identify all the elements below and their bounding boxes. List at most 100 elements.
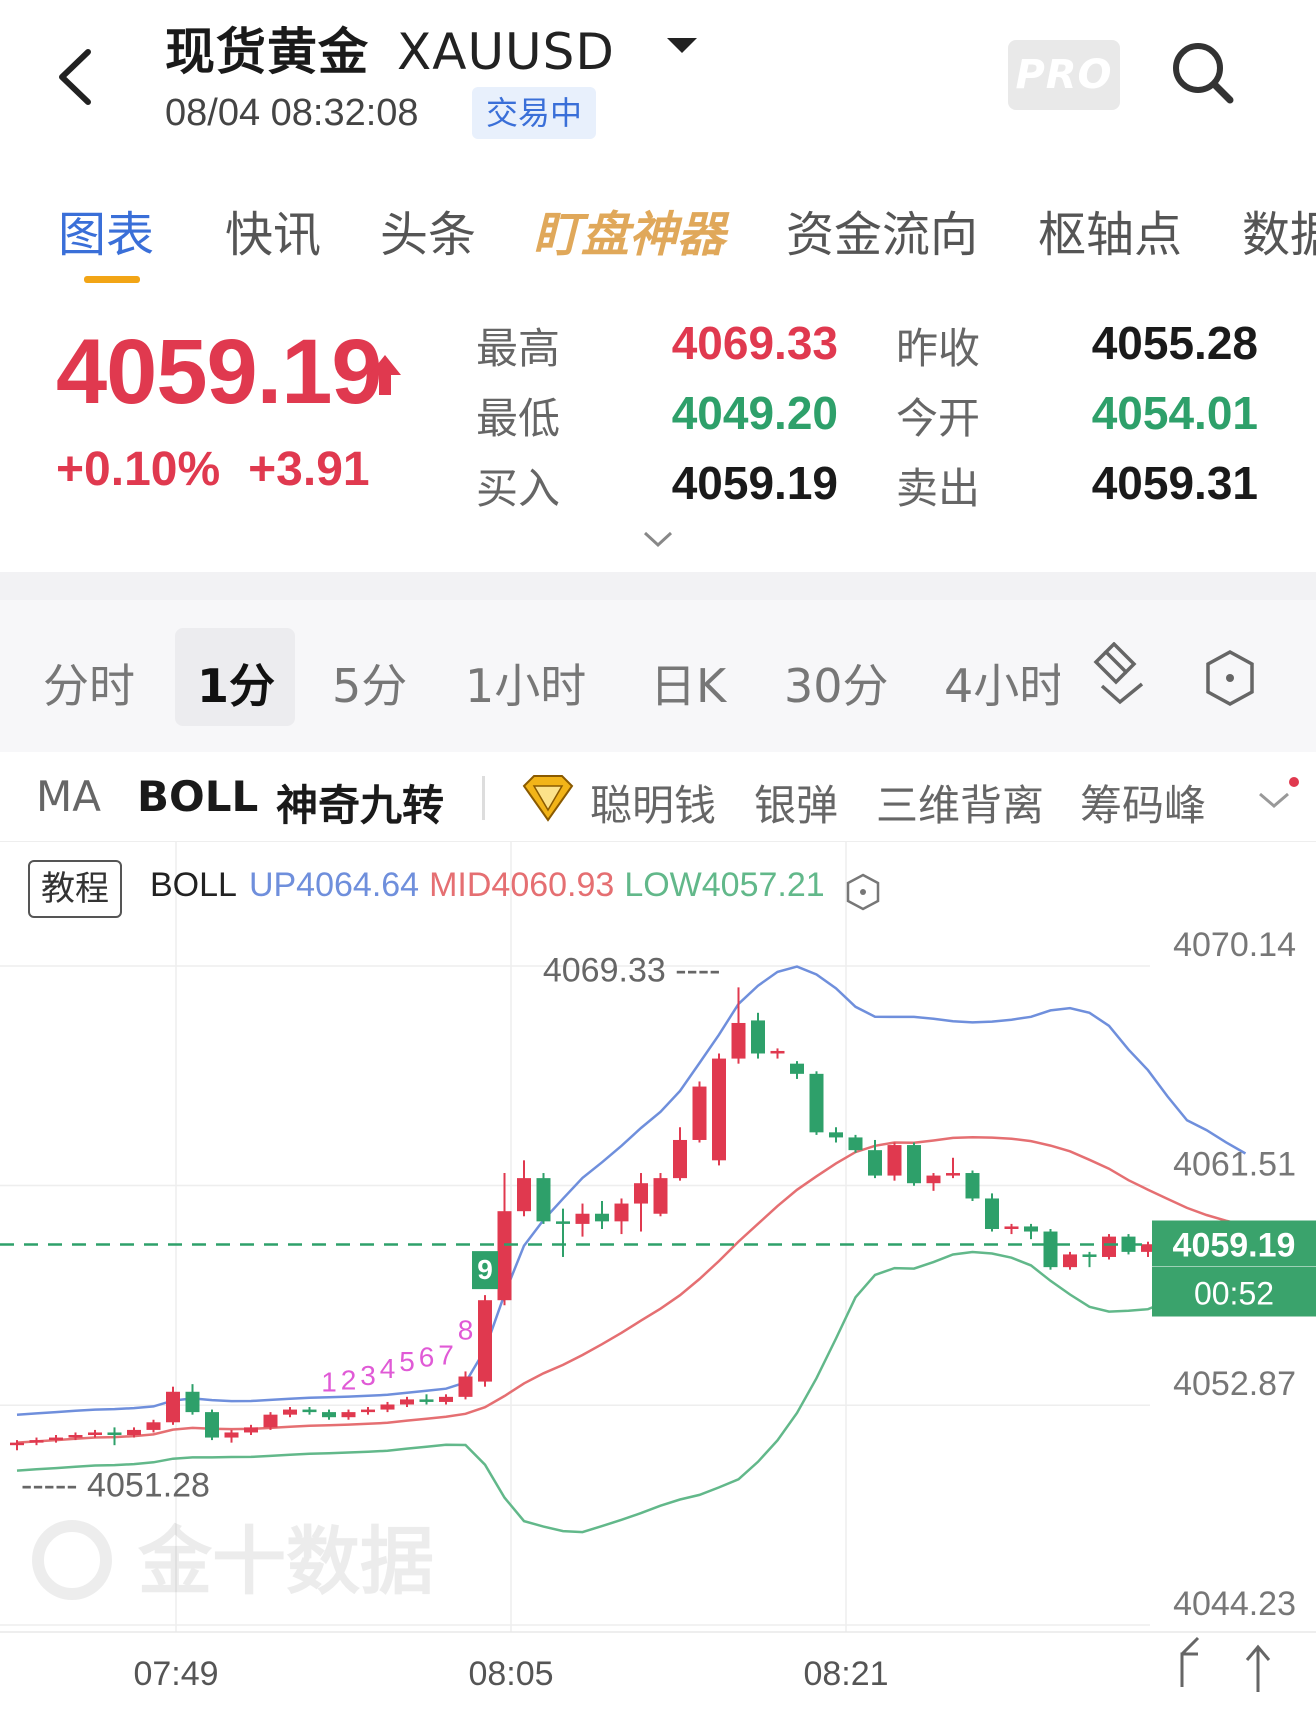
- candle: [926, 1173, 941, 1191]
- period-tab-5min[interactable]: 5分: [332, 650, 407, 716]
- candle-body: [49, 1437, 63, 1441]
- fullscreen-icon-path: [1180, 1652, 1198, 1687]
- boll-legend: BOLL UP4064.64 MID4060.93 LOW4057.21: [150, 866, 825, 905]
- indicator-td-sequential[interactable]: 神奇九转: [276, 772, 444, 833]
- candle: [848, 1134, 863, 1153]
- more-indicators-icon[interactable]: [1250, 772, 1310, 822]
- boll-up-value: UP4064.64: [248, 866, 420, 904]
- candle-body: [127, 1429, 141, 1436]
- td-count-label: 7: [438, 1339, 454, 1370]
- period-tab-timeshare[interactable]: 分时: [43, 650, 135, 716]
- candle-body: [439, 1396, 453, 1402]
- indicator-chip-peak[interactable]: 筹码峰: [1080, 772, 1206, 833]
- candle: [634, 1173, 648, 1232]
- period-tab-30min[interactable]: 30分: [784, 650, 889, 716]
- candle-body: [829, 1132, 843, 1138]
- candle-body: [731, 1022, 746, 1059]
- candle-body: [1082, 1254, 1097, 1257]
- candle-body: [205, 1412, 219, 1438]
- fullscreen-icon[interactable]: [1180, 1636, 1200, 1687]
- chart-settings-icon[interactable]: [1202, 648, 1258, 708]
- watermark-logo-icon: [32, 1520, 112, 1600]
- scale-icon[interactable]: [1245, 1644, 1271, 1692]
- candle-body: [868, 1150, 882, 1176]
- candle-body: [29, 1440, 44, 1443]
- boll-middle-band: [16, 1135, 1246, 1444]
- candle: [1004, 1223, 1019, 1235]
- candle-body: [887, 1145, 902, 1176]
- tab-fund-flow[interactable]: 资金流向: [786, 195, 978, 265]
- period-tab-4hour[interactable]: 4小时: [944, 650, 1060, 716]
- candle-body: [10, 1442, 24, 1446]
- candle-body: [361, 1409, 375, 1413]
- candle: [829, 1127, 843, 1143]
- drawing-tool-icon[interactable]: [1092, 642, 1148, 706]
- boll-settings-icon[interactable]: [845, 872, 881, 912]
- candle: [965, 1170, 980, 1202]
- open-label: 今开: [896, 394, 981, 443]
- tab-data[interactable]: 数据: [1242, 195, 1316, 265]
- td-count-label: 8: [458, 1314, 474, 1345]
- candle-body: [965, 1173, 980, 1199]
- candle: [322, 1409, 336, 1420]
- y-tick-label: 4052.87: [1173, 1365, 1296, 1403]
- section-divider: [0, 572, 1316, 600]
- candle: [497, 1173, 512, 1306]
- indicator-separator: [482, 776, 485, 820]
- candle-body: [88, 1432, 102, 1436]
- candle-body: [458, 1376, 473, 1397]
- period-tab-daily[interactable]: 日K: [650, 650, 726, 716]
- td-count-label: 2: [341, 1365, 357, 1396]
- candle-body: [244, 1427, 258, 1433]
- candle: [205, 1409, 219, 1441]
- candle: [29, 1437, 44, 1446]
- indicator-3d-divergence[interactable]: 三维背离: [876, 772, 1044, 833]
- fullscreen-icon-path: [1180, 1636, 1200, 1656]
- candle-body: [166, 1391, 180, 1423]
- instrument-title[interactable]: 现货黄金 XAUUSD: [165, 12, 615, 84]
- indicator-ma[interactable]: MA: [36, 772, 101, 821]
- boll-legend-label: BOLL: [150, 866, 237, 904]
- candlestick-chart[interactable]: 金十数据 1 2 3 4 5 6 789 4069.33 ---- ----- 4051.28 40…: [0, 842, 1316, 1717]
- candle-body: [926, 1175, 941, 1184]
- candle-body: [380, 1404, 395, 1410]
- tab-watch-tool[interactable]: 盯盘神器: [533, 195, 725, 265]
- candle: [712, 1053, 726, 1166]
- indicator-smart-money[interactable]: 聪明钱: [590, 772, 716, 833]
- td-count-label: 1: [321, 1367, 337, 1398]
- candle: [439, 1394, 453, 1405]
- candle: [809, 1071, 824, 1135]
- low-price-marker: ----- 4051.28: [21, 1466, 210, 1504]
- candle-body: [712, 1058, 726, 1161]
- period-tab-1min[interactable]: 1分: [197, 650, 275, 716]
- candle-body: [107, 1432, 122, 1436]
- watermark-text: 金十数据: [138, 1519, 434, 1605]
- tab-chart[interactable]: 图表: [58, 195, 154, 265]
- ask-value: 4059.31: [1091, 457, 1258, 509]
- indicator-boll[interactable]: BOLL: [137, 772, 258, 821]
- indicator-silver-bullet[interactable]: 银弹: [754, 772, 838, 833]
- candle: [595, 1201, 609, 1229]
- candle: [790, 1061, 804, 1079]
- candle-body: [224, 1432, 239, 1438]
- search-icon[interactable]: [1168, 38, 1238, 108]
- dropdown-caret-icon[interactable]: [665, 34, 699, 56]
- tutorial-button[interactable]: 教程: [28, 860, 122, 918]
- tab-pivot-points[interactable]: 枢轴点: [1038, 195, 1182, 265]
- candle: [1082, 1251, 1097, 1268]
- expand-chevron-icon[interactable]: [642, 528, 674, 550]
- candle-body: [263, 1414, 278, 1428]
- tab-flash-news[interactable]: 快讯: [225, 195, 321, 265]
- td-count-label: 3: [360, 1360, 376, 1391]
- back-arrow-icon[interactable]: [52, 42, 108, 112]
- candle-body: [322, 1412, 336, 1418]
- candle: [1063, 1251, 1077, 1270]
- candle-body: [1102, 1236, 1116, 1257]
- candle: [653, 1173, 668, 1217]
- high-price-marker: 4069.33 ----: [543, 951, 721, 989]
- pro-button[interactable]: PRO: [1008, 40, 1120, 110]
- header: 现货黄金 XAUUSD 08/04 08:32:08 交易中 PRO: [0, 0, 1316, 160]
- period-tab-1hour[interactable]: 1小时: [465, 650, 586, 716]
- td-count-label: 9: [477, 1254, 493, 1285]
- tab-headlines[interactable]: 头条: [380, 195, 476, 265]
